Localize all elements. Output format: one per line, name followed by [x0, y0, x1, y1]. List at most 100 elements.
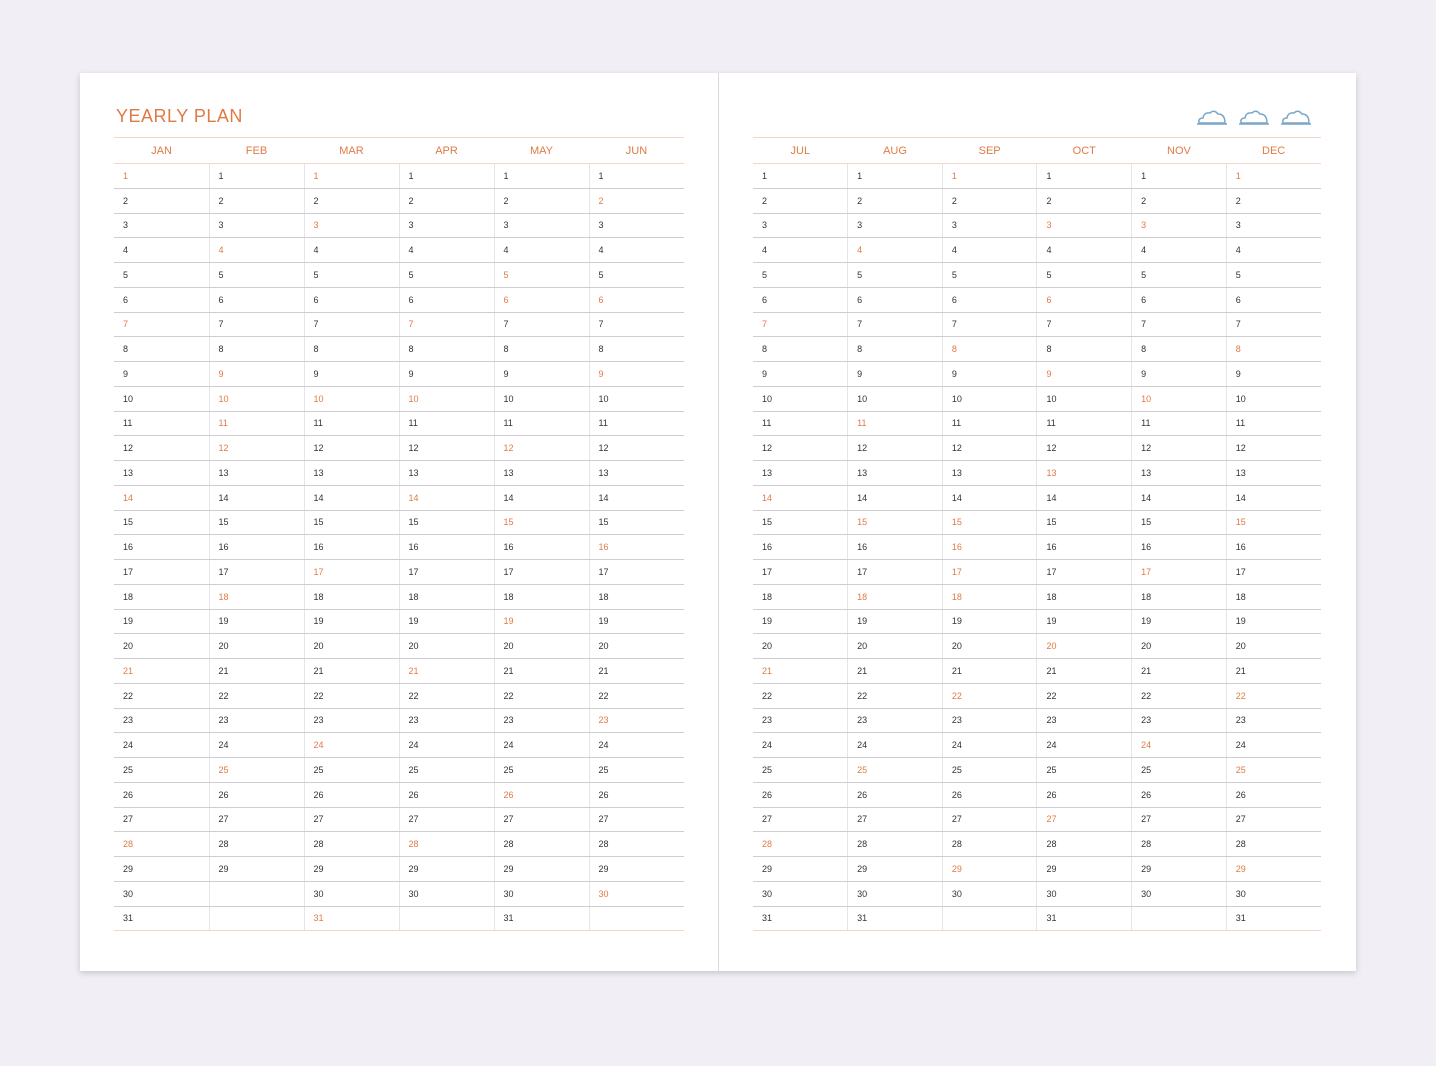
day-cell[interactable]: 2 [398, 188, 494, 214]
day-cell[interactable]: 25 [847, 757, 943, 783]
day-cell[interactable]: 23 [1131, 708, 1227, 734]
day-cell[interactable]: 13 [1036, 460, 1132, 486]
day-cell[interactable]: 10 [208, 386, 304, 412]
day-cell[interactable]: 17 [753, 559, 848, 585]
day-cell[interactable]: 7 [303, 312, 399, 338]
day-cell[interactable]: 31 [847, 906, 943, 932]
day-cell[interactable]: 19 [847, 609, 943, 635]
day-cell[interactable]: 9 [493, 361, 589, 387]
day-cell[interactable]: 19 [114, 609, 209, 635]
day-cell[interactable]: 9 [398, 361, 494, 387]
day-cell[interactable]: 21 [1131, 658, 1227, 684]
day-cell[interactable]: 3 [847, 213, 943, 239]
day-cell[interactable]: 13 [208, 460, 304, 486]
day-cell[interactable]: 26 [753, 782, 848, 808]
day-cell[interactable]: 20 [1036, 633, 1132, 659]
day-cell[interactable]: 21 [493, 658, 589, 684]
day-cell[interactable]: 23 [941, 708, 1037, 734]
day-cell[interactable]: 23 [1036, 708, 1132, 734]
day-cell[interactable]: 6 [753, 287, 848, 313]
day-cell[interactable]: 26 [1036, 782, 1132, 808]
day-cell[interactable]: 3 [588, 213, 684, 239]
day-cell[interactable]: 10 [941, 386, 1037, 412]
day-cell[interactable]: 1 [588, 163, 684, 189]
day-cell[interactable]: 22 [753, 683, 848, 709]
day-cell[interactable]: 19 [208, 609, 304, 635]
day-cell[interactable]: 7 [114, 312, 209, 338]
day-cell[interactable]: 29 [941, 856, 1037, 882]
day-cell[interactable]: 27 [1225, 807, 1321, 833]
day-cell[interactable]: 8 [1225, 336, 1321, 362]
day-cell[interactable]: 13 [941, 460, 1037, 486]
day-cell[interactable]: 12 [753, 435, 848, 461]
day-cell[interactable]: 14 [1131, 485, 1227, 511]
day-cell[interactable]: 27 [208, 807, 304, 833]
day-cell[interactable]: 10 [493, 386, 589, 412]
day-cell[interactable]: 2 [1131, 188, 1227, 214]
day-cell[interactable]: 27 [1036, 807, 1132, 833]
day-cell[interactable]: 4 [847, 237, 943, 263]
day-cell[interactable]: 1 [114, 163, 209, 189]
day-cell[interactable]: 28 [398, 831, 494, 857]
day-cell[interactable]: 26 [1225, 782, 1321, 808]
day-cell[interactable]: 4 [588, 237, 684, 263]
day-cell[interactable] [1131, 906, 1227, 932]
day-cell[interactable]: 1 [1036, 163, 1132, 189]
day-cell[interactable]: 3 [398, 213, 494, 239]
day-cell[interactable]: 27 [588, 807, 684, 833]
day-cell[interactable]: 4 [1036, 237, 1132, 263]
day-cell[interactable]: 27 [493, 807, 589, 833]
day-cell[interactable]: 26 [941, 782, 1037, 808]
day-cell[interactable]: 29 [753, 856, 848, 882]
day-cell[interactable]: 14 [493, 485, 589, 511]
day-cell[interactable]: 28 [847, 831, 943, 857]
day-cell[interactable]: 3 [753, 213, 848, 239]
day-cell[interactable]: 20 [588, 633, 684, 659]
day-cell[interactable]: 25 [493, 757, 589, 783]
day-cell[interactable]: 24 [303, 732, 399, 758]
day-cell[interactable]: 5 [588, 262, 684, 288]
day-cell[interactable]: 30 [1036, 881, 1132, 907]
day-cell[interactable]: 14 [114, 485, 209, 511]
day-cell[interactable]: 17 [208, 559, 304, 585]
day-cell[interactable]: 12 [208, 435, 304, 461]
day-cell[interactable]: 15 [1036, 510, 1132, 536]
day-cell[interactable]: 8 [493, 336, 589, 362]
day-cell[interactable]: 1 [941, 163, 1037, 189]
day-cell[interactable]: 7 [493, 312, 589, 338]
day-cell[interactable]: 22 [303, 683, 399, 709]
day-cell[interactable]: 21 [398, 658, 494, 684]
day-cell[interactable]: 1 [1225, 163, 1321, 189]
day-cell[interactable]: 20 [1225, 633, 1321, 659]
day-cell[interactable]: 18 [1131, 584, 1227, 610]
day-cell[interactable]: 31 [1036, 906, 1132, 932]
day-cell[interactable]: 26 [1131, 782, 1227, 808]
day-cell[interactable]: 23 [493, 708, 589, 734]
day-cell[interactable]: 29 [847, 856, 943, 882]
day-cell[interactable]: 5 [1225, 262, 1321, 288]
day-cell[interactable]: 23 [753, 708, 848, 734]
day-cell[interactable]: 7 [753, 312, 848, 338]
day-cell[interactable]: 21 [588, 658, 684, 684]
day-cell[interactable]: 15 [1131, 510, 1227, 536]
day-cell[interactable]: 27 [753, 807, 848, 833]
day-cell[interactable]: 3 [1131, 213, 1227, 239]
day-cell[interactable]: 21 [847, 658, 943, 684]
day-cell[interactable]: 8 [847, 336, 943, 362]
day-cell[interactable]: 24 [1036, 732, 1132, 758]
day-cell[interactable]: 15 [398, 510, 494, 536]
day-cell[interactable]: 5 [1131, 262, 1227, 288]
day-cell[interactable]: 28 [941, 831, 1037, 857]
day-cell[interactable]: 24 [114, 732, 209, 758]
day-cell[interactable]: 19 [753, 609, 848, 635]
day-cell[interactable]: 10 [114, 386, 209, 412]
day-cell[interactable]: 7 [847, 312, 943, 338]
day-cell[interactable]: 15 [1225, 510, 1321, 536]
day-cell[interactable]: 13 [588, 460, 684, 486]
day-cell[interactable]: 28 [753, 831, 848, 857]
day-cell[interactable]: 27 [398, 807, 494, 833]
day-cell[interactable]: 17 [303, 559, 399, 585]
day-cell[interactable]: 14 [303, 485, 399, 511]
day-cell[interactable]: 7 [588, 312, 684, 338]
day-cell[interactable]: 5 [114, 262, 209, 288]
